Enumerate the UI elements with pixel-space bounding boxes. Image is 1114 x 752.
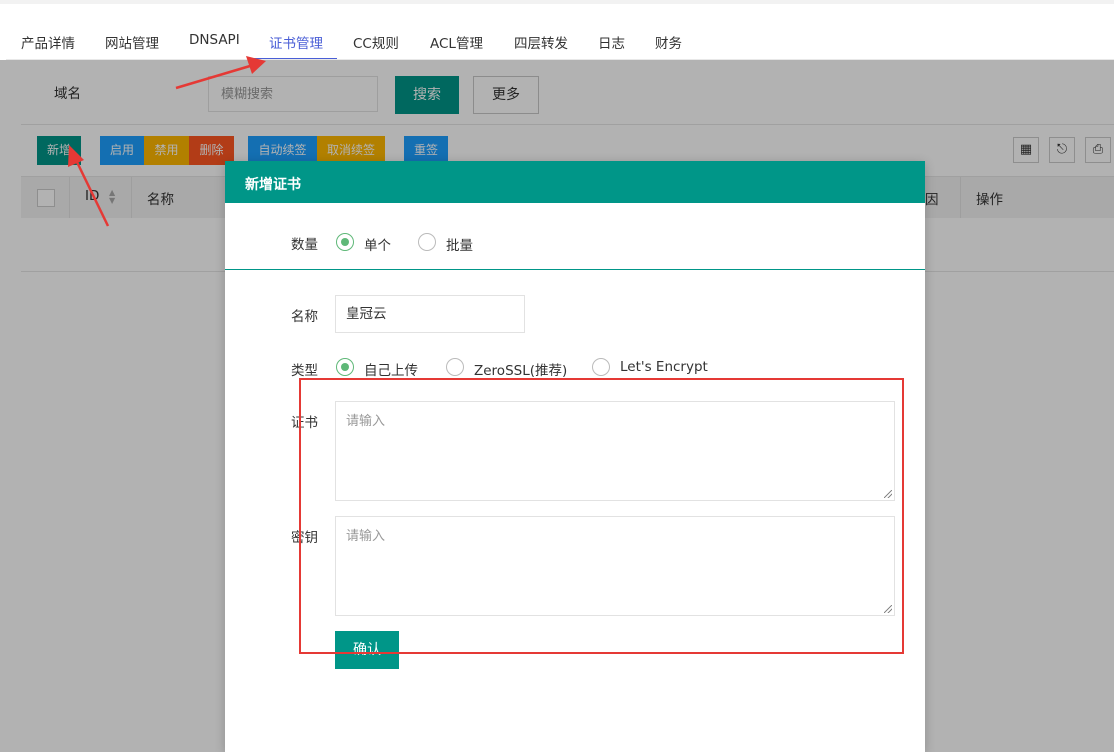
radio-batch[interactable] xyxy=(418,233,436,251)
tab-finance[interactable]: 财务 xyxy=(655,32,682,52)
radio-letsencrypt[interactable] xyxy=(592,358,610,376)
radio-single-label[interactable]: 单个 xyxy=(364,234,391,254)
top-divider xyxy=(0,0,1114,4)
radio-self-upload[interactable] xyxy=(336,358,354,376)
quantity-row: 数量 单个 批量 xyxy=(225,203,925,270)
type-label: 类型 xyxy=(291,363,318,379)
top-tab-bar: 产品详情 网站管理 DNSAPI 证书管理 CC规则 ACL管理 四层转发 日志… xyxy=(0,0,1114,60)
radio-zerossl[interactable] xyxy=(446,358,464,376)
tab-site-management[interactable]: 网站管理 xyxy=(105,32,159,52)
dialog-title: 新增证书 xyxy=(245,177,301,193)
tab-cc-rules[interactable]: CC规则 xyxy=(353,32,399,52)
tab-certificate-management[interactable]: 证书管理 xyxy=(269,32,323,52)
radio-letsencrypt-label[interactable]: Let's Encrypt xyxy=(620,359,708,375)
tab-dnsapi[interactable]: DNSAPI xyxy=(189,32,240,48)
tab-product-details[interactable]: 产品详情 xyxy=(21,32,75,52)
name-label: 名称 xyxy=(291,309,318,325)
radio-zerossl-label[interactable]: ZeroSSL(推荐) xyxy=(474,359,567,379)
name-input[interactable]: 皇冠云 xyxy=(335,295,525,333)
radio-self-upload-label[interactable]: 自己上传 xyxy=(364,359,418,379)
annotation-highlight-box xyxy=(299,378,904,654)
tab-acl-management[interactable]: ACL管理 xyxy=(430,32,483,52)
dialog-header: 新增证书 xyxy=(225,161,925,203)
radio-single[interactable] xyxy=(336,233,354,251)
tab-layer4-forwarding[interactable]: 四层转发 xyxy=(514,32,568,52)
tab-logs[interactable]: 日志 xyxy=(598,32,625,52)
quantity-label: 数量 xyxy=(291,237,318,253)
radio-batch-label[interactable]: 批量 xyxy=(446,234,473,254)
